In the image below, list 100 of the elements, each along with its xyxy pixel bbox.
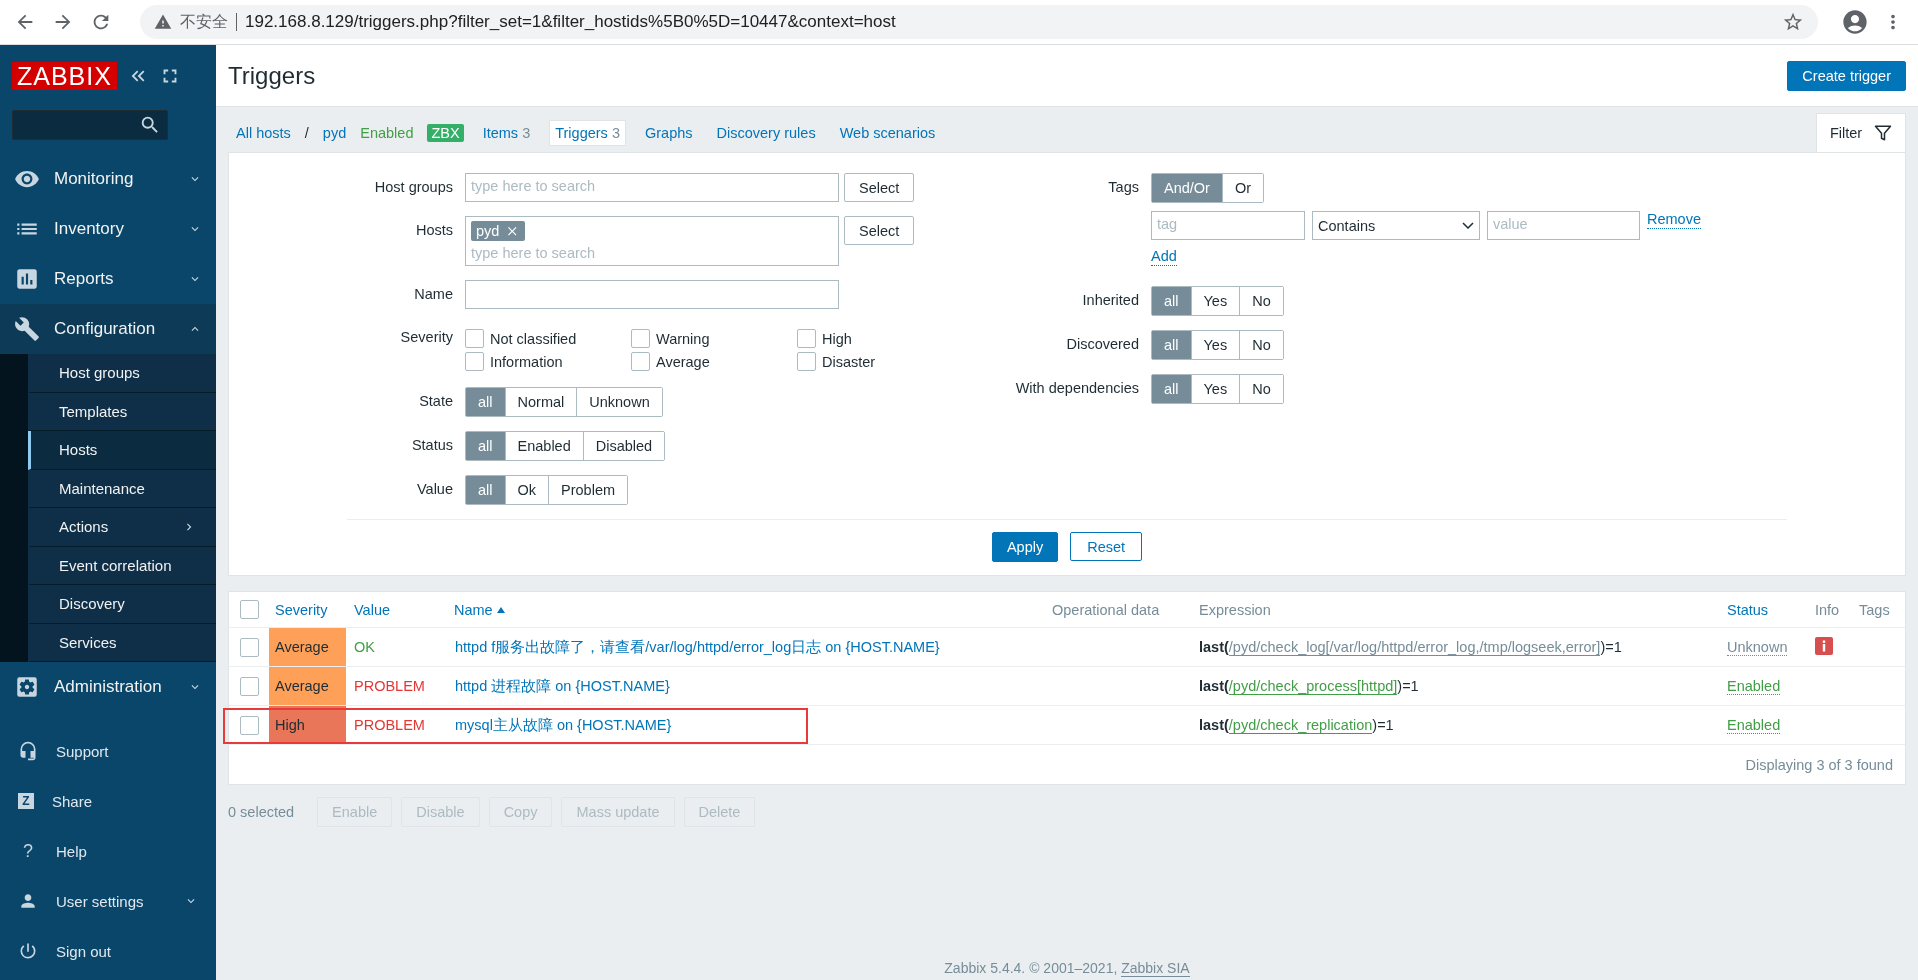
search-field[interactable] — [12, 110, 168, 140]
nav-tab[interactable]: Triggers 3 — [549, 119, 626, 146]
segment-button[interactable]: Disabled — [582, 432, 665, 460]
menu-item[interactable]: Support — [0, 726, 216, 776]
checkbox[interactable] — [239, 637, 259, 657]
checkbox[interactable] — [797, 329, 816, 348]
account-icon[interactable] — [1841, 8, 1869, 36]
expression-cell-text: last(/pyd/check_replication)=1 — [1198, 717, 1395, 733]
status-link[interactable]: Enabled — [1727, 717, 1781, 734]
segment-button[interactable]: And/Or — [1152, 174, 1222, 202]
create-trigger-button[interactable]: Create trigger — [1787, 60, 1906, 91]
submenu-item[interactable]: Services — [28, 623, 216, 662]
checkbox-label: Not classified — [490, 330, 577, 347]
segment-button[interactable]: Unknown — [576, 388, 662, 416]
checkbox[interactable] — [631, 352, 650, 371]
reset-button[interactable]: Reset — [1070, 532, 1143, 561]
segment-button[interactable]: all — [466, 432, 505, 460]
segment-button[interactable]: all — [1152, 287, 1191, 315]
apply-button[interactable]: Apply — [991, 532, 1059, 562]
breadcrumb-link[interactable]: All hosts — [236, 124, 291, 141]
address-bar[interactable]: 不安全 192.168.8.129/triggers.php?filter_set=1&filter_hostids%5B0%5D=10447&context=host — [140, 5, 1818, 39]
segment-button[interactable]: No — [1239, 375, 1283, 403]
checkbox-label: Disaster — [822, 353, 876, 370]
checkbox[interactable] — [465, 352, 484, 371]
footer-link[interactable]: Zabbix SIA — [1121, 960, 1190, 977]
menu-item[interactable]: Administration — [0, 662, 216, 712]
segment-button[interactable]: Problem — [548, 476, 628, 504]
filter-tab[interactable]: Filter — [1816, 113, 1906, 152]
select-button[interactable]: Select — [844, 173, 915, 202]
availability-badge: ZBX — [427, 123, 464, 142]
operator-select[interactable]: Contains — [1312, 211, 1480, 240]
caret-icon — [1462, 222, 1474, 229]
item-link[interactable]: /pyd/check_replication — [1228, 717, 1373, 734]
star-icon[interactable] — [1782, 11, 1804, 33]
menu-item[interactable]: Inventory — [0, 204, 216, 254]
hosts-field[interactable]: pyd type here to search — [465, 216, 839, 266]
checkbox[interactable] — [465, 329, 484, 348]
table-cell-text: PROBLEM — [353, 717, 426, 733]
submenu-item[interactable]: Actions — [28, 508, 216, 547]
submenu-item[interactable]: Maintenance — [28, 469, 216, 508]
nav-tab[interactable]: Web scenarios — [834, 120, 941, 145]
checkbox[interactable] — [631, 329, 650, 348]
info-icon[interactable] — [1815, 636, 1833, 655]
segment-button[interactable]: all — [466, 476, 505, 504]
item-link[interactable]: /pyd/check_process[httpd] — [1228, 678, 1398, 695]
menu-item[interactable]: User settings — [0, 876, 216, 926]
filter-icon — [1874, 124, 1893, 142]
segment-button[interactable]: Or — [1221, 174, 1264, 202]
segment-button[interactable]: all — [1152, 331, 1191, 359]
breadcrumb-link[interactable]: pyd — [322, 124, 347, 141]
column-header[interactable]: Status — [1719, 601, 1807, 618]
nav-tab[interactable]: Items 3 — [477, 120, 536, 145]
checkbox[interactable] — [239, 676, 259, 696]
submenu-item[interactable]: Hosts — [28, 431, 216, 470]
host-chip[interactable]: pyd — [471, 221, 525, 241]
logo[interactable]: ZABBIX — [12, 62, 117, 90]
column-header[interactable]: Severity — [269, 601, 346, 618]
checkbox[interactable] — [239, 715, 259, 735]
segment-button[interactable]: No — [1239, 331, 1283, 359]
trigger-name-link[interactable]: httpd 进程故障 on {HOST.NAME} — [455, 677, 670, 694]
item-link[interactable]: /pyd/check_log[/var/log/httpd/error_log,/tmp/logseek,error] — [1228, 639, 1601, 656]
field-label: Severity — [399, 328, 453, 347]
segment-button[interactable]: No — [1239, 287, 1283, 315]
segment-button[interactable]: all — [466, 388, 505, 416]
checkbox[interactable] — [239, 600, 259, 619]
column-header[interactable]: Value — [346, 601, 446, 618]
checkbox-label: Average — [656, 353, 710, 370]
menu-item[interactable]: Z Share — [0, 776, 216, 826]
submenu-item[interactable]: Event correlation — [28, 546, 216, 585]
severity-cell: Average — [269, 667, 346, 705]
status-link[interactable]: Unknown — [1727, 639, 1788, 656]
nav-tab[interactable]: Graphs — [639, 120, 698, 145]
field-label: Discovered — [1065, 335, 1139, 354]
name-field[interactable] — [465, 280, 839, 309]
field-label: Value — [416, 480, 453, 499]
trigger-name-link[interactable]: httpd f服务出故障了，请查看/var/log/httpd/error_log日志 on {HOST.NAME} — [455, 638, 940, 655]
menu-item[interactable]: Reports — [0, 254, 216, 304]
field-label: Name — [413, 285, 453, 304]
select-button[interactable]: Select — [844, 216, 915, 245]
host-status[interactable]: Enabled — [360, 124, 414, 141]
sort-up-icon — [496, 606, 505, 613]
nav-tab[interactable]: Discovery rules — [711, 120, 821, 145]
submenu-item[interactable]: Host groups — [28, 354, 216, 393]
menu-item[interactable]: Configuration — [0, 304, 216, 354]
field-label: With dependencies — [1014, 379, 1139, 398]
page-title: Triggers — [228, 61, 316, 90]
submenu-item[interactable]: Templates — [28, 392, 216, 431]
add-link[interactable]: Add — [1151, 248, 1177, 266]
status-link[interactable]: Enabled — [1727, 678, 1781, 695]
menu-item[interactable]: ? Help — [0, 826, 216, 876]
submenu-item[interactable]: Discovery — [28, 585, 216, 624]
selected-count: 0 selected — [228, 804, 295, 820]
checkbox[interactable] — [797, 352, 816, 371]
remove-link[interactable]: Remove — [1647, 211, 1701, 229]
column-header[interactable]: Name — [446, 601, 1044, 618]
menu-item[interactable]: Monitoring — [0, 154, 216, 204]
menu-item[interactable]: Sign out — [0, 926, 216, 976]
segment-button[interactable]: all — [1152, 375, 1191, 403]
trigger-name-link[interactable]: mysql主从故障 on {HOST.NAME} — [455, 716, 672, 733]
field-label: Inherited — [1081, 291, 1139, 310]
